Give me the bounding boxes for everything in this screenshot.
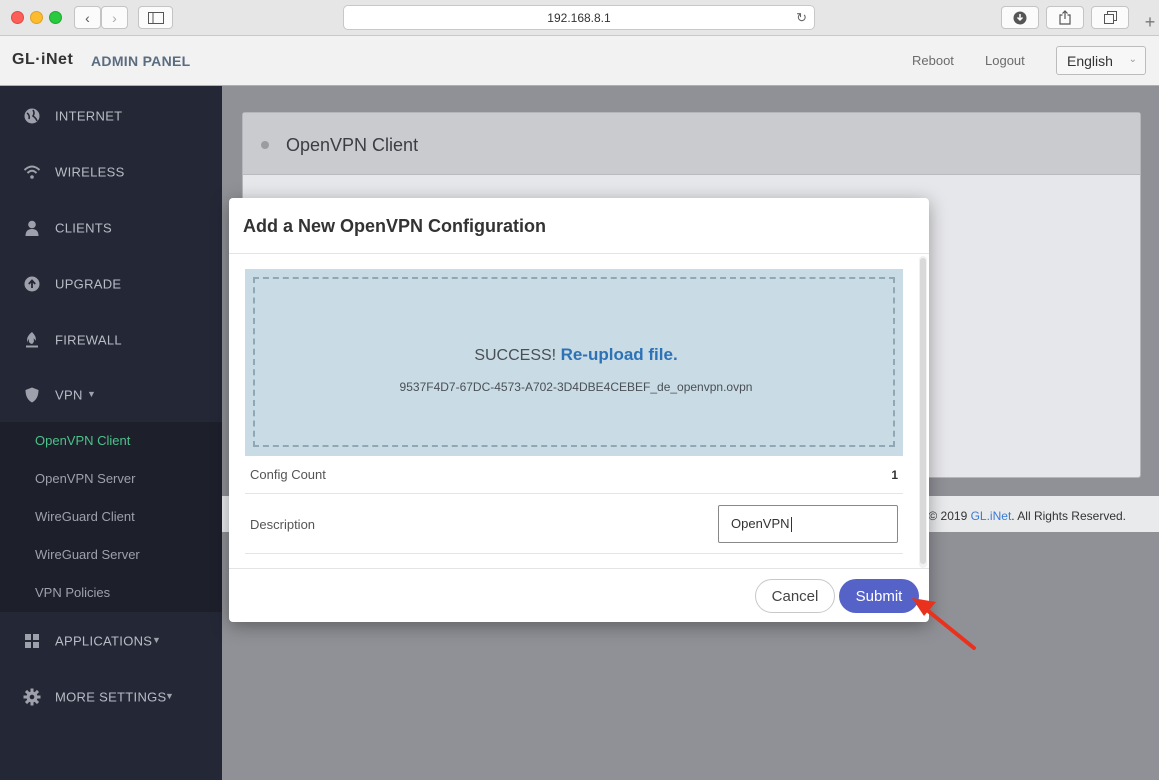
caret-down-icon: ▼ <box>165 691 175 701</box>
footer-brand-link[interactable]: GL.iNet <box>971 509 1012 523</box>
sidebar-item-upgrade[interactable]: UPGRADE <box>0 256 222 312</box>
description-input[interactable]: OpenVPN <box>718 505 898 543</box>
sidebar: INTERNET WIRELESS CLIENTS UPGRADE FIREWA… <box>0 86 222 780</box>
add-openvpn-config-dialog: Add a New OpenVPN Configuration SUCCESS!… <box>229 198 929 622</box>
scrollbar-thumb[interactable] <box>920 258 926 564</box>
user-icon <box>25 220 39 236</box>
sidebar-item-label: FIREWALL <box>55 332 122 348</box>
description-input-value: OpenVPN <box>731 516 790 531</box>
browser-toolbar: ‹ › 192.168.8.1 ↻ + <box>0 0 1159 36</box>
globe-icon <box>24 108 40 124</box>
dialog-title: Add a New OpenVPN Configuration <box>243 216 547 236</box>
back-button[interactable]: ‹ <box>74 6 101 29</box>
sidebar-item-label: CLIENTS <box>55 220 113 236</box>
sidebar-item-internet[interactable]: INTERNET <box>0 88 222 144</box>
caret-down-icon: ▼ <box>152 635 162 645</box>
sidebar-item-label: APPLICATIONS <box>55 633 153 649</box>
share-button[interactable] <box>1046 6 1084 29</box>
chevron-down-icon: ⌄ <box>1128 54 1137 65</box>
config-count-row: Config Count 1 <box>245 456 903 494</box>
gear-icon <box>23 688 41 706</box>
sidebar-item-vpn[interactable]: VPN ▼ <box>0 367 222 423</box>
brand-logo: GL·iNet <box>12 51 74 68</box>
copyright-prefix: © 2019 <box>928 509 971 523</box>
sidebar-item-label: INTERNET <box>55 108 123 124</box>
sidebar-item-applications[interactable]: APPLICATIONS ▼ <box>0 613 222 669</box>
language-select[interactable]: English ⌄ <box>1056 46 1146 75</box>
chevron-left-icon: ‹ <box>85 9 90 26</box>
shield-icon <box>25 387 39 403</box>
sidebar-subitem-openvpn-server[interactable]: OpenVPN Server <box>35 471 135 486</box>
sidebar-item-label: UPGRADE <box>55 276 122 292</box>
reupload-link[interactable]: Re-upload file. <box>561 345 678 364</box>
sidebar-item-label: WIRELESS <box>55 164 125 180</box>
flame-icon <box>26 332 38 348</box>
zoom-window-button[interactable] <box>49 11 62 24</box>
dropzone-border: SUCCESS! Re-upload file. 9537F4D7-67DC-4… <box>253 277 895 447</box>
sidebar-icon <box>147 11 164 24</box>
address-bar[interactable]: 192.168.8.1 ↻ <box>343 5 815 30</box>
bullet-icon <box>261 141 269 149</box>
grid-icon <box>25 634 39 648</box>
panel-title: OpenVPN Client <box>286 135 419 155</box>
sidebar-item-clients[interactable]: CLIENTS <box>0 200 222 256</box>
downloads-button[interactable] <box>1001 6 1039 29</box>
annotation-arrow-icon <box>912 598 976 650</box>
minimize-window-button[interactable] <box>30 11 43 24</box>
download-icon <box>1013 11 1027 24</box>
sidebar-item-more-settings[interactable]: MORE SETTINGS ▼ <box>0 669 222 725</box>
dialog-footer: Cancel Submit <box>229 568 929 622</box>
app-header: GL·iNet ADMIN PANEL Reboot Logout Englis… <box>0 36 1159 86</box>
url-text: 192.168.8.1 <box>547 10 611 25</box>
dialog-scrollbar[interactable] <box>919 256 927 568</box>
tabs-icon <box>1103 11 1117 24</box>
language-value: English <box>1067 53 1113 69</box>
close-window-button[interactable] <box>11 11 24 24</box>
sidebar-item-wireless[interactable]: WIRELESS <box>0 144 222 200</box>
reboot-link[interactable]: Reboot <box>912 53 954 68</box>
panel-header: OpenVPN Client <box>243 113 1140 175</box>
copyright-text: © 2019 GL.iNet. All Rights Reserved. <box>928 509 1126 523</box>
config-count-label: Config Count <box>250 467 326 482</box>
caret-down-icon: ▼ <box>87 389 97 399</box>
uploaded-filename: 9537F4D7-67DC-4573-A702-3D4DBE4CEBEF_de_… <box>399 380 753 394</box>
reload-icon[interactable]: ↻ <box>796 10 807 26</box>
text-cursor <box>790 517 792 533</box>
dialog-header: Add a New OpenVPN Configuration <box>229 198 929 254</box>
sidebar-subitem-wireguard-server[interactable]: WireGuard Server <box>35 547 140 562</box>
logout-link[interactable]: Logout <box>985 53 1025 68</box>
description-label: Description <box>250 517 316 532</box>
new-tab-button[interactable]: + <box>1141 9 1159 35</box>
sidebar-item-label: VPN <box>55 387 83 403</box>
copyright-suffix: . All Rights Reserved. <box>1011 509 1126 523</box>
sidebar-toggle-button[interactable] <box>138 6 173 29</box>
upload-status: SUCCESS! Re-upload file. <box>255 345 897 365</box>
success-text: SUCCESS! <box>474 347 557 364</box>
forward-button[interactable]: › <box>101 6 128 29</box>
admin-panel-label: ADMIN PANEL <box>91 53 191 69</box>
upload-icon <box>24 276 40 292</box>
share-icon <box>1059 10 1071 25</box>
sidebar-item-firewall[interactable]: FIREWALL <box>0 312 222 368</box>
sidebar-subitem-openvpn-client[interactable]: OpenVPN Client <box>35 433 130 448</box>
cancel-button[interactable]: Cancel <box>755 579 835 613</box>
chevron-right-icon: › <box>112 9 117 26</box>
config-count-value: 1 <box>891 468 898 482</box>
file-dropzone[interactable]: SUCCESS! Re-upload file. 9537F4D7-67DC-4… <box>245 269 903 456</box>
tabs-button[interactable] <box>1091 6 1129 29</box>
sidebar-subitem-vpn-policies[interactable]: VPN Policies <box>35 585 110 600</box>
wifi-icon <box>23 165 41 179</box>
sidebar-item-label: MORE SETTINGS <box>55 689 167 705</box>
vpn-submenu: OpenVPN Client OpenVPN Server WireGuard … <box>0 422 222 612</box>
sidebar-subitem-wireguard-client[interactable]: WireGuard Client <box>35 509 135 524</box>
